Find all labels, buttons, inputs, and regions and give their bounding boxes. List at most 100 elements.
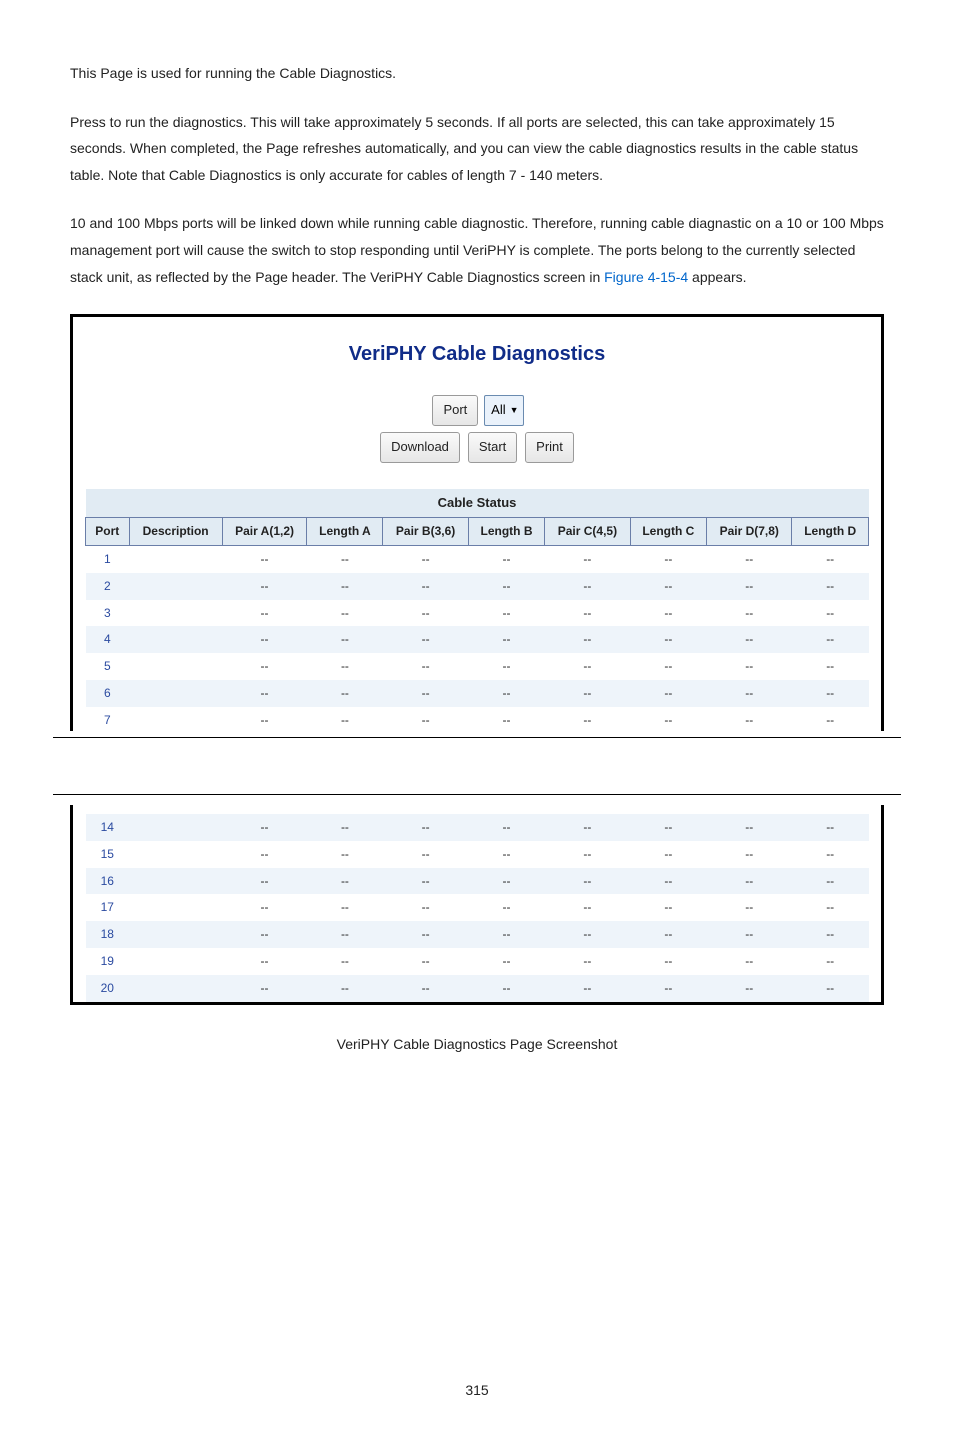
value-cell: -- [468, 680, 545, 707]
value-cell: -- [792, 653, 869, 680]
value-cell: -- [707, 814, 792, 841]
value-cell: -- [545, 707, 630, 734]
table-column-header: Length C [630, 518, 707, 546]
value-cell: -- [383, 573, 468, 600]
value-cell: -- [468, 573, 545, 600]
table-row: 18---------------- [86, 921, 869, 948]
value-cell: -- [383, 948, 468, 975]
table-column-header: Pair B(3,6) [383, 518, 468, 546]
table-row: 6---------------- [86, 680, 869, 707]
table-row: 17---------------- [86, 894, 869, 921]
port-cell: 5 [86, 653, 130, 680]
port-cell: 20 [86, 975, 130, 1002]
page-number: 315 [70, 1377, 884, 1404]
value-cell: -- [383, 841, 468, 868]
value-cell: -- [222, 921, 307, 948]
value-cell: -- [383, 600, 468, 627]
table-column-header: Length A [307, 518, 383, 546]
value-cell: -- [545, 626, 630, 653]
value-cell: -- [468, 868, 545, 895]
value-cell: -- [468, 653, 545, 680]
print-button[interactable]: Print [525, 432, 574, 463]
value-cell [129, 894, 222, 921]
value-cell: -- [630, 600, 707, 627]
table-row: 7---------------- [86, 707, 869, 734]
value-cell: -- [468, 894, 545, 921]
value-cell: -- [630, 894, 707, 921]
value-cell [129, 653, 222, 680]
panel-title: VeriPHY Cable Diagnostics [85, 335, 869, 373]
value-cell: -- [307, 707, 383, 734]
value-cell: -- [222, 975, 307, 1002]
chevron-down-icon: ▼ [510, 402, 519, 419]
port-select[interactable]: All▼ [484, 395, 523, 426]
value-cell: -- [222, 573, 307, 600]
table-column-header: Pair D(7,8) [707, 518, 792, 546]
value-cell: -- [222, 841, 307, 868]
intro-paragraph-3: 10 and 100 Mbps ports will be linked dow… [70, 210, 884, 290]
value-cell: -- [468, 921, 545, 948]
value-cell: -- [545, 600, 630, 627]
intro-paragraph-1: This Page is used for running the Cable … [70, 60, 884, 87]
value-cell: -- [383, 921, 468, 948]
port-cell: 16 [86, 868, 130, 895]
value-cell: -- [545, 975, 630, 1002]
value-cell: -- [307, 814, 383, 841]
figure-link[interactable]: Figure 4-15-4 [604, 269, 688, 285]
value-cell: -- [468, 948, 545, 975]
value-cell: -- [222, 546, 307, 573]
value-cell: -- [307, 546, 383, 573]
cable-status-header: Cable Status [86, 489, 869, 518]
value-cell [129, 546, 222, 573]
value-cell: -- [630, 680, 707, 707]
value-cell: -- [792, 894, 869, 921]
port-cell: 1 [86, 546, 130, 573]
value-cell: -- [307, 626, 383, 653]
page-break-gap [53, 731, 901, 805]
value-cell: -- [545, 921, 630, 948]
table-column-header: Length D [792, 518, 869, 546]
port-cell: 4 [86, 626, 130, 653]
value-cell: -- [383, 680, 468, 707]
value-cell: -- [707, 680, 792, 707]
value-cell: -- [468, 546, 545, 573]
value-cell: -- [307, 573, 383, 600]
value-cell: -- [307, 841, 383, 868]
value-cell [129, 626, 222, 653]
intro-p3-b: appears. [688, 269, 746, 285]
value-cell: -- [630, 921, 707, 948]
value-cell: -- [307, 975, 383, 1002]
table-column-header: Pair C(4,5) [545, 518, 630, 546]
value-cell: -- [307, 680, 383, 707]
table-row: 20---------------- [86, 975, 869, 1002]
value-cell: -- [222, 680, 307, 707]
table-column-header: Port [86, 518, 130, 546]
start-button[interactable]: Start [468, 432, 517, 463]
port-cell: 3 [86, 600, 130, 627]
port-cell: 14 [86, 814, 130, 841]
value-cell: -- [307, 600, 383, 627]
value-cell: -- [545, 546, 630, 573]
value-cell: -- [707, 975, 792, 1002]
value-cell: -- [792, 573, 869, 600]
value-cell: -- [307, 868, 383, 895]
value-cell: -- [383, 653, 468, 680]
value-cell: -- [707, 546, 792, 573]
download-button[interactable]: Download [380, 432, 460, 463]
table-row: 4---------------- [86, 626, 869, 653]
value-cell: -- [468, 626, 545, 653]
port-cell: 15 [86, 841, 130, 868]
port-cell: 6 [86, 680, 130, 707]
value-cell: -- [630, 573, 707, 600]
value-cell [129, 948, 222, 975]
value-cell: -- [222, 653, 307, 680]
value-cell [129, 573, 222, 600]
table-row: 14---------------- [86, 814, 869, 841]
value-cell: -- [222, 707, 307, 734]
value-cell: -- [630, 653, 707, 680]
value-cell [129, 975, 222, 1002]
port-cell: 7 [86, 707, 130, 734]
table-row: 1---------------- [86, 546, 869, 573]
value-cell: -- [792, 814, 869, 841]
value-cell [129, 921, 222, 948]
